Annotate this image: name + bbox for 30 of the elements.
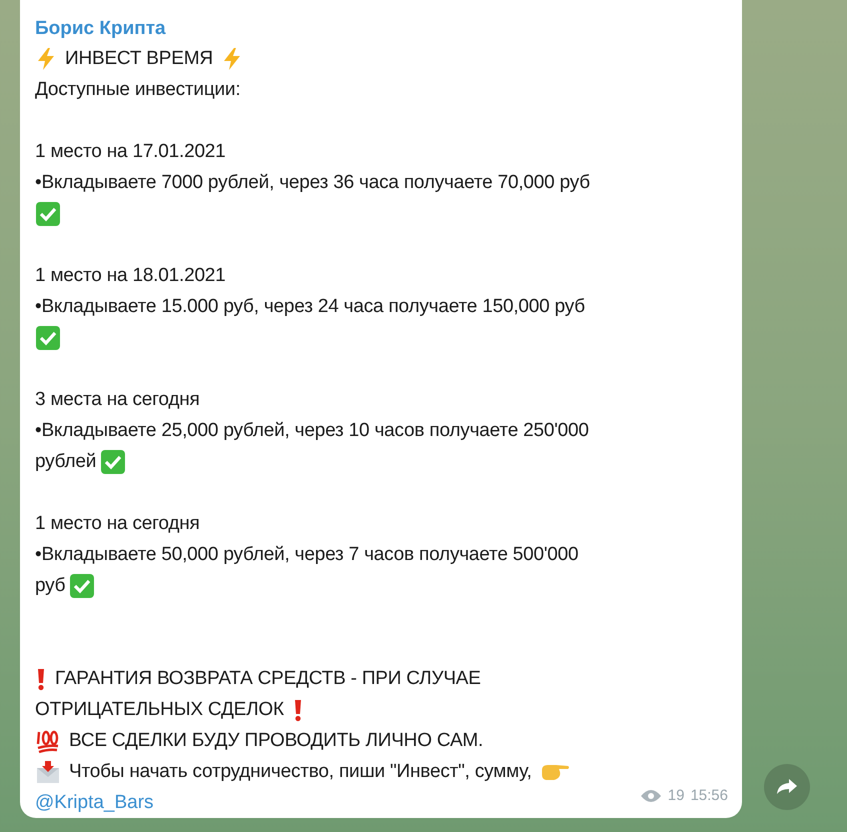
mention-link[interactable]: @Kripta_Bars [35, 792, 154, 814]
message-text: •Вкладываете 7000 рублей, через 36 часа получаете 70,000 руб [35, 172, 590, 194]
message-text: ИНВЕСТ ВРЕМЯ [65, 48, 213, 70]
checkmark-icon [35, 200, 61, 226]
checkmark-icon [100, 448, 126, 474]
message-text: 1 место на 17.01.2021 [35, 140, 226, 162]
checkmark-icon [69, 572, 96, 598]
checkmark-icon [35, 324, 61, 350]
message-text: руб [35, 574, 66, 596]
lightning-icon [35, 46, 57, 70]
message-text: ВСЕ СДЕЛКИ БУДУ ПРОВОДИТЬ ЛИЧНО САМ. [69, 730, 484, 752]
message-text: 1 место на 18.01.2021 [35, 264, 226, 286]
message-text: 3 места на сегодня [35, 388, 200, 410]
message-time: 15:56 [690, 787, 728, 804]
message-text: •Вкладываете 25,000 рублей, через 10 часов получаете 250'000 [35, 420, 589, 442]
message-text: Доступные инвестиции: [35, 78, 240, 100]
share-button[interactable] [764, 764, 810, 810]
eye-icon [640, 788, 662, 802]
envelope-icon [35, 758, 61, 784]
sender-name[interactable]: Борис Крипта [35, 15, 166, 43]
view-count: 19 [668, 787, 684, 804]
message-text: ОТРИЦАТЕЛЬНЫХ СДЕЛОК [35, 698, 284, 720]
share-arrow-icon [776, 778, 798, 796]
message-text: •Вкладываете 15.000 руб, через 24 часа получаете 150,000 руб [35, 296, 585, 318]
message-text: рублей [35, 450, 96, 472]
message-text: 1 место на сегодня [35, 512, 200, 534]
message-text: •Вкладываете 50,000 рублей, через 7 часов получаете 500'000 [35, 544, 578, 566]
exclamation-icon [35, 666, 47, 690]
message-text: ГАРАНТИЯ ВОЗВРАТА СРЕДСТВ - ПРИ СЛУЧАЕ [55, 668, 481, 690]
message-text: Чтобы начать сотрудничество, пиши "Инвест", сумму, [69, 760, 532, 782]
